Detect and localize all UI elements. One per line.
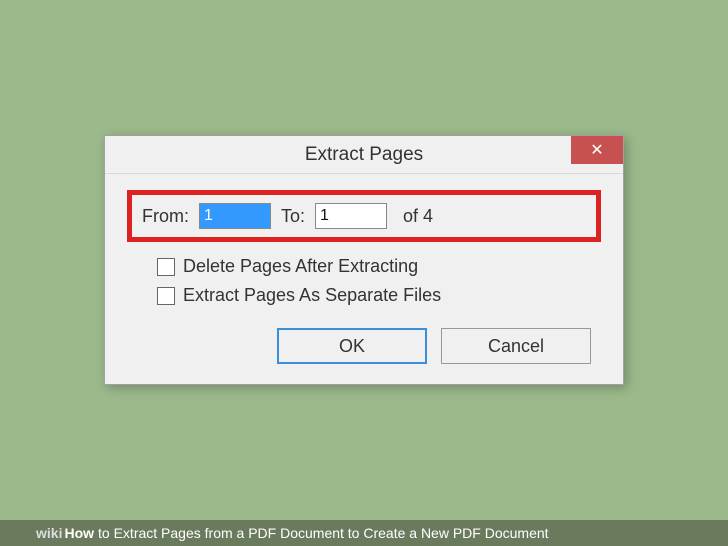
ok-button[interactable]: OK [277,328,427,364]
checkbox-separate-files-row[interactable]: Extract Pages As Separate Files [157,285,595,306]
caption-text: to Extract Pages from a PDF Document to … [98,525,549,541]
checkbox-separate-files-label: Extract Pages As Separate Files [183,285,441,306]
checkbox-delete-after-label: Delete Pages After Extracting [183,256,418,277]
caption-bar: wikiHow to Extract Pages from a PDF Docu… [0,520,728,546]
caption-wiki: wiki [36,525,62,541]
close-icon: ✕ [590,140,603,160]
titlebar: Extract Pages ✕ [105,136,623,174]
from-input[interactable] [199,203,271,229]
checkbox-delete-after-row[interactable]: Delete Pages After Extracting [157,256,595,277]
checkbox-separate-files[interactable] [157,287,175,305]
caption-how: How [64,525,94,541]
button-row: OK Cancel [133,328,595,364]
dialog-title: Extract Pages [305,144,423,166]
checkbox-delete-after[interactable] [157,258,175,276]
to-input[interactable] [315,203,387,229]
to-label: To: [281,206,305,227]
of-total: of 4 [403,206,433,227]
cancel-button[interactable]: Cancel [441,328,591,364]
from-label: From: [142,206,189,227]
dialog-content: From: To: of 4 Delete Pages After Extrac… [105,174,623,384]
extract-pages-dialog: Extract Pages ✕ From: To: of 4 Delete Pa… [104,135,624,385]
page-range-row: From: To: of 4 [127,190,601,242]
close-button[interactable]: ✕ [571,136,623,164]
